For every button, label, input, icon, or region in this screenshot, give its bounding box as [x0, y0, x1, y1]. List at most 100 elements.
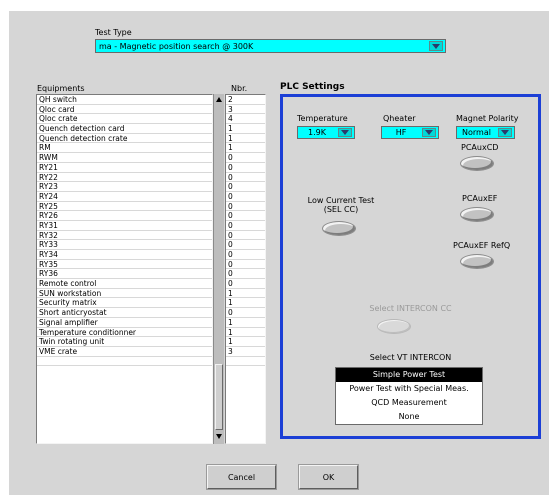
select-intercon-cc-button[interactable]	[377, 319, 411, 334]
magnet-polarity-label: Magnet Polarity	[456, 114, 519, 123]
chevron-down-icon[interactable]	[498, 128, 512, 137]
nbr-cell[interactable]: 0	[226, 192, 265, 202]
equipment-list[interactable]: QH switch Qloc card Qloc crate Quench detec…	[36, 94, 213, 444]
vt-intercon-option[interactable]: Power Test with Special Meas.	[336, 382, 482, 396]
equipment-row[interactable]	[37, 357, 212, 367]
nbr-cell[interactable]: 1	[226, 328, 265, 338]
nbr-cell[interactable]: 0	[226, 279, 265, 289]
magnet-polarity-value: Normal	[462, 128, 491, 137]
test-type-value: ma - Magnetic position search @ 300K	[99, 41, 254, 51]
equipment-row[interactable]: RWM	[37, 153, 212, 163]
qheater-select[interactable]: HF	[381, 126, 439, 139]
nbr-cell[interactable]: 0	[226, 260, 265, 270]
select-vt-intercon-label: Select VT INTERCON	[369, 353, 452, 362]
nbr-cell[interactable]: 1	[226, 289, 265, 299]
nbr-cell[interactable]: 0	[226, 211, 265, 221]
test-type-label: Test Type	[95, 28, 132, 37]
equipment-row[interactable]: RY34	[37, 250, 212, 260]
chevron-down-icon[interactable]	[422, 128, 436, 137]
plc-settings-panel: Temperature Qheater Magnet Polarity 1.9K…	[280, 94, 541, 439]
equipment-row[interactable]: RM	[37, 143, 212, 154]
nbr-cell[interactable]: 2	[226, 95, 265, 105]
equipment-scrollbar[interactable]	[213, 94, 224, 444]
nbr-cell[interactable]: 0	[226, 269, 265, 280]
equipment-row[interactable]: RY26	[37, 211, 212, 221]
temperature-select[interactable]: 1.9K	[297, 126, 355, 139]
nbr-cell[interactable]: 0	[226, 250, 265, 260]
low-current-test-button[interactable]	[322, 221, 356, 236]
equipment-row[interactable]: RY31	[37, 221, 212, 231]
nbr-cell[interactable]: 1	[226, 143, 265, 154]
pcauxef-refq-button[interactable]	[460, 254, 494, 269]
equipment-row[interactable]: RY21	[37, 163, 212, 173]
nbr-cell[interactable]: 0	[226, 163, 265, 173]
nbr-list[interactable]: 234111000000000000001101113	[225, 94, 266, 444]
magnet-polarity-select[interactable]: Normal	[456, 126, 515, 139]
scroll-down-icon[interactable]	[215, 432, 223, 441]
equipment-row[interactable]: Qloc card	[37, 105, 212, 115]
nbr-cell[interactable]: 0	[226, 182, 265, 192]
select-intercon-cc-label: Select INTERCON CC	[369, 304, 452, 313]
equipment-row[interactable]: Short anticryostat	[37, 308, 212, 318]
nbr-cell[interactable]: 4	[226, 114, 265, 125]
equipment-row[interactable]: VME crate	[37, 347, 212, 357]
equipment-row[interactable]: RY33	[37, 240, 212, 250]
nbr-cell[interactable]: 0	[226, 221, 265, 231]
equipment-row[interactable]: Temperature conditionner	[37, 328, 212, 338]
vt-intercon-option[interactable]: None	[336, 410, 482, 424]
equipment-row[interactable]: Quench detection crate	[37, 134, 212, 144]
nbr-cell[interactable]: 3	[226, 105, 265, 115]
pcauxcd-label: PCAuxCD	[461, 143, 499, 152]
nbr-cell[interactable]: 0	[226, 240, 265, 250]
low-current-sublabel: (SEL CC)	[323, 205, 359, 214]
scroll-up-icon[interactable]	[215, 95, 223, 104]
equipment-row[interactable]: Security matrix	[37, 298, 212, 309]
equipment-row[interactable]: RY25	[37, 202, 212, 212]
nbr-cell[interactable]: 1	[226, 318, 265, 328]
nbr-cell[interactable]	[226, 357, 265, 367]
vt-intercon-option[interactable]: QCD Measurement	[336, 396, 482, 410]
nbr-cell[interactable]: 0	[226, 173, 265, 183]
temperature-value: 1.9K	[308, 128, 326, 137]
equipment-row[interactable]: RY32	[37, 231, 212, 241]
equipments-header: Equipments	[37, 84, 85, 93]
equipment-row[interactable]: RY36	[37, 269, 212, 280]
test-type-select[interactable]: ma - Magnetic position search @ 300K	[95, 39, 446, 53]
ok-button[interactable]: OK	[299, 465, 358, 489]
equipment-row[interactable]: Signal amplifier	[37, 318, 212, 328]
nbr-cell[interactable]: 0	[226, 231, 265, 241]
nbr-cell[interactable]: 1	[226, 298, 265, 309]
chevron-down-icon[interactable]	[429, 41, 443, 51]
equipment-row[interactable]: Remote control	[37, 279, 212, 289]
nbr-cell[interactable]: 1	[226, 337, 265, 347]
pcauxcd-button[interactable]	[460, 156, 494, 171]
nbr-cell[interactable]: 0	[226, 153, 265, 163]
temperature-label: Temperature	[297, 114, 348, 123]
nbr-cell[interactable]: 1	[226, 134, 265, 144]
pcauxef-label: PCAuxEF	[462, 194, 498, 203]
equipment-row[interactable]: SUN workstation	[37, 289, 212, 299]
equipment-row[interactable]: Qloc crate	[37, 114, 212, 125]
equipment-row[interactable]: RY24	[37, 192, 212, 202]
qheater-value: HF	[395, 128, 407, 137]
chevron-down-icon[interactable]	[338, 128, 352, 137]
equipment-row[interactable]: RY22	[37, 173, 212, 183]
equipment-row[interactable]: Quench detection card	[37, 124, 212, 134]
equipment-row[interactable]: RY35	[37, 260, 212, 270]
cancel-button[interactable]: Cancel	[207, 465, 276, 489]
scroll-thumb[interactable]	[215, 364, 223, 430]
nbr-cell[interactable]: 3	[226, 347, 265, 357]
vt-intercon-option[interactable]: Simple Power Test	[336, 368, 482, 382]
equipment-row[interactable]: QH switch	[37, 95, 212, 105]
nbr-cell[interactable]: 1	[226, 124, 265, 134]
qheater-label: Qheater	[383, 114, 416, 123]
vt-intercon-list[interactable]: Simple Power Test Power Test with Special…	[335, 367, 483, 425]
nbr-cell[interactable]: 0	[226, 308, 265, 318]
nbr-header: Nbr.	[231, 84, 248, 93]
pcauxef-button[interactable]	[460, 207, 494, 222]
pcauxef-refq-label: PCAuxEF RefQ	[453, 241, 511, 250]
plc-settings-title: PLC Settings	[280, 82, 345, 92]
equipment-row[interactable]: RY23	[37, 182, 212, 192]
equipment-row[interactable]: Twin rotating unit	[37, 337, 212, 347]
nbr-cell[interactable]: 0	[226, 202, 265, 212]
